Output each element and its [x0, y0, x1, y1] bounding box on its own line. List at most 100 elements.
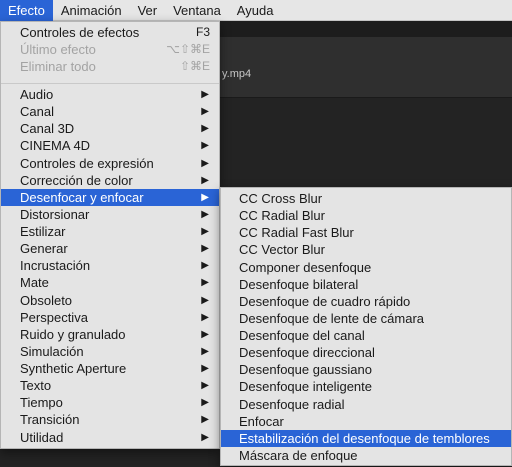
menubar-item-efecto[interactable]: Efecto: [0, 0, 53, 21]
submenu-item-desenfoque-de-lente-de-camara[interactable]: Desenfoque de lente de cámara: [221, 310, 511, 327]
menu-item-ultimo-efecto: Último efecto ⌥⇧⌘E: [1, 41, 219, 58]
menu-item-label: Controles de efectos: [20, 25, 140, 40]
blur-sharpen-submenu: CC Cross Blur CC Radial Blur CC Radial Fas…: [220, 187, 512, 466]
submenu-arrow-icon: ▶: [201, 208, 209, 220]
submenu-item-desenfoque-gaussiano[interactable]: Desenfoque gaussiano: [221, 361, 511, 378]
submenu-arrow-icon: ▶: [201, 328, 209, 340]
file-name-label: y.mp4: [222, 68, 252, 80]
menu-item-eliminar-todo: Eliminar todo ⇧⌘E: [1, 58, 219, 75]
submenu-item-cc-radial-blur[interactable]: CC Radial Blur: [221, 207, 511, 224]
menu-item-label: CINEMA 4D: [20, 138, 91, 154]
menu-item-correccion-de-color[interactable]: Corrección de color ▶: [1, 172, 219, 189]
effect-menu: Controles de efectos F3 Último efecto ⌥⇧⌘E E…: [0, 21, 220, 449]
submenu-arrow-icon: ▶: [201, 123, 209, 135]
submenu-item-desenfoque-del-canal[interactable]: Desenfoque del canal: [221, 327, 511, 344]
menu-item-texto[interactable]: Texto ▶: [1, 377, 219, 394]
submenu-arrow-icon: ▶: [201, 243, 209, 255]
menu-bar: Efecto Animación Ver Ventana Ayuda: [0, 0, 512, 21]
menu-item-label: Último efecto: [20, 42, 96, 57]
submenu-arrow-icon: ▶: [201, 226, 209, 238]
submenu-arrow-icon: ▶: [201, 380, 209, 392]
menu-item-label: Simulación: [20, 343, 84, 359]
menu-item-canal-3d[interactable]: Canal 3D ▶: [1, 120, 219, 137]
submenu-arrow-icon: ▶: [201, 294, 209, 306]
menu-item-label: Incrustación: [20, 258, 91, 274]
submenu-item-desenfoque-de-cuadro-rapido[interactable]: Desenfoque de cuadro rápido: [221, 293, 511, 310]
submenu-item-componer-desenfoque[interactable]: Componer desenfoque: [221, 259, 511, 276]
menu-item-generar[interactable]: Generar ▶: [1, 240, 219, 257]
submenu-item-desenfoque-direccional[interactable]: Desenfoque direccional: [221, 344, 511, 361]
menu-item-label: Eliminar todo: [20, 59, 96, 74]
menu-item-controles-de-efectos[interactable]: Controles de efectos F3: [1, 24, 219, 41]
submenu-item-desenfoque-bilateral[interactable]: Desenfoque bilateral: [221, 276, 511, 293]
menu-item-desenfocar-y-enfocar[interactable]: Desenfocar y enfocar ▶: [1, 188, 219, 206]
submenu-item-estabilizacion-del-desenfoque-de-temblores[interactable]: Estabilización del desenfoque de temblor…: [221, 429, 511, 447]
menu-item-audio[interactable]: Audio ▶: [1, 86, 219, 103]
menu-item-label: Transición: [20, 412, 80, 428]
submenu-arrow-icon: ▶: [201, 431, 209, 443]
submenu-arrow-icon: ▶: [201, 277, 209, 289]
panel-header: [220, 21, 512, 37]
submenu-arrow-icon: ▶: [201, 191, 209, 203]
menu-item-label: Canal: [20, 104, 54, 120]
submenu-arrow-icon: ▶: [201, 89, 209, 100]
submenu-arrow-icon: ▶: [201, 311, 209, 323]
menu-item-distorsionar[interactable]: Distorsionar ▶: [1, 206, 219, 223]
menu-item-label: Synthetic Aperture: [20, 361, 127, 377]
menu-item-label: Perspectiva: [20, 309, 88, 325]
menu-separator: [1, 83, 219, 84]
shortcut-label: F3: [195, 25, 210, 39]
menu-item-mate[interactable]: Mate ▶: [1, 274, 219, 291]
submenu-arrow-icon: ▶: [201, 345, 209, 357]
submenu-arrow-icon: ▶: [201, 140, 209, 152]
menu-item-estilizar[interactable]: Estilizar ▶: [1, 223, 219, 240]
menubar-item-animacion[interactable]: Animación: [53, 0, 130, 21]
menu-item-label: Generar: [20, 241, 68, 257]
menu-item-label: Distorsionar: [20, 206, 90, 222]
submenu-arrow-icon: ▶: [201, 363, 209, 375]
menubar-item-ver[interactable]: Ver: [130, 0, 166, 21]
menu-item-incrustacion[interactable]: Incrustación ▶: [1, 257, 219, 274]
submenu-item-cc-vector-blur[interactable]: CC Vector Blur: [221, 241, 511, 258]
submenu-item-mascara-de-enfoque[interactable]: Máscara de enfoque: [221, 447, 511, 464]
menu-item-tiempo[interactable]: Tiempo ▶: [1, 394, 219, 411]
menu-item-label: Ruido y granulado: [20, 326, 126, 342]
submenu-item-cc-cross-blur[interactable]: CC Cross Blur: [221, 190, 511, 207]
menu-item-label: Canal 3D: [20, 121, 75, 137]
menu-item-utilidad[interactable]: Utilidad ▶: [1, 429, 219, 446]
composition-panel: [220, 37, 512, 98]
menu-item-obsoleto[interactable]: Obsoleto ▶: [1, 292, 219, 309]
menu-item-perspectiva[interactable]: Perspectiva ▶: [1, 309, 219, 326]
submenu-item-cc-radial-fast-blur[interactable]: CC Radial Fast Blur: [221, 224, 511, 241]
menu-item-label: Mate: [20, 275, 49, 291]
menu-item-cinema-4d[interactable]: CINEMA 4D ▶: [1, 137, 219, 154]
submenu-item-enfocar[interactable]: Enfocar: [221, 413, 511, 430]
submenu-arrow-icon: ▶: [201, 174, 209, 186]
submenu-arrow-icon: ▶: [201, 106, 209, 118]
menu-item-controles-de-expresion[interactable]: Controles de expresión ▶: [1, 155, 219, 172]
submenu-arrow-icon: ▶: [201, 414, 209, 426]
menu-item-label: Estilizar: [20, 224, 66, 240]
menu-item-label: Desenfocar y enfocar: [20, 189, 144, 205]
menu-item-simulacion[interactable]: Simulación ▶: [1, 343, 219, 360]
submenu-item-desenfoque-radial[interactable]: Desenfoque radial: [221, 396, 511, 413]
menu-item-label: Audio: [20, 87, 54, 102]
menu-item-label: Utilidad: [20, 429, 64, 445]
menu-item-label: Corrección de color: [20, 172, 133, 188]
shortcut-label: ⌥⇧⌘E: [166, 42, 210, 56]
submenu-arrow-icon: ▶: [201, 397, 209, 409]
menu-item-label: Tiempo: [20, 395, 63, 411]
menu-item-transicion[interactable]: Transición ▶: [1, 411, 219, 428]
submenu-arrow-icon: ▶: [201, 157, 209, 169]
menu-item-synthetic-aperture[interactable]: Synthetic Aperture ▶: [1, 360, 219, 377]
menu-item-label: Obsoleto: [20, 292, 73, 308]
menu-item-label: Texto: [20, 378, 52, 394]
menu-item-ruido-y-granulado[interactable]: Ruido y granulado ▶: [1, 326, 219, 343]
menu-item-label: Controles de expresión: [20, 155, 154, 171]
menubar-item-ayuda[interactable]: Ayuda: [229, 0, 282, 21]
menu-item-canal[interactable]: Canal ▶: [1, 103, 219, 120]
submenu-arrow-icon: ▶: [201, 260, 209, 272]
menubar-item-ventana[interactable]: Ventana: [165, 0, 229, 21]
shortcut-label: ⇧⌘E: [179, 59, 210, 73]
submenu-item-desenfoque-inteligente[interactable]: Desenfoque inteligente: [221, 378, 511, 395]
